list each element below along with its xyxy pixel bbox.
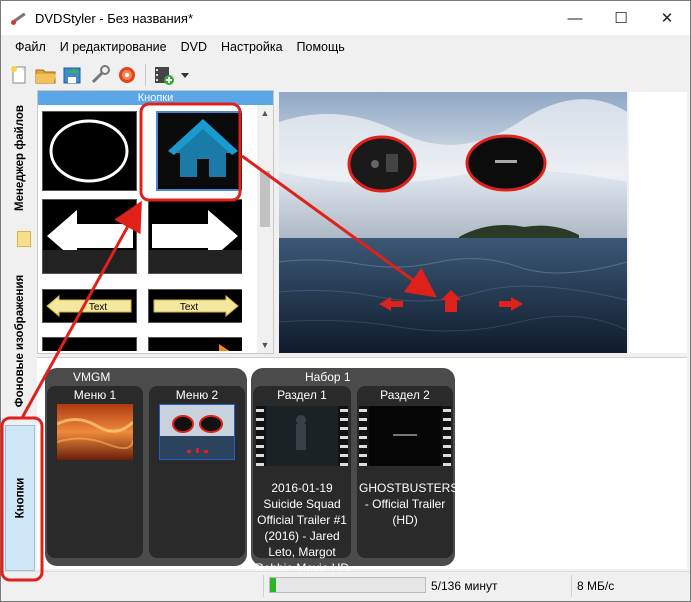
titleset-1-label: Набор 1 <box>305 370 351 384</box>
status-divider <box>263 575 264 597</box>
menu-edit[interactable]: И редактирование <box>53 40 174 54</box>
chapter-1-item[interactable]: Раздел 1 2016-01-19 Suicide Squad Offici… <box>253 386 351 575</box>
menu-1-thumbnail <box>57 404 133 460</box>
maximize-button[interactable]: ☐ <box>598 1 644 35</box>
dvdstyler-window: DVDStyler - Без названия* — ☐ ✕ Файл И р… <box>0 0 691 602</box>
button-thumb-partial[interactable] <box>42 337 137 351</box>
toolbar-separator <box>145 64 146 86</box>
menu-1-item[interactable]: Меню 1 <box>47 386 143 558</box>
disc-usage-progress-fill <box>270 578 277 592</box>
left-arrow-button-thumb[interactable] <box>42 199 137 274</box>
preview-sea-background <box>279 92 627 353</box>
chapter-1-film-thumbnail <box>256 406 348 466</box>
tab-file-manager[interactable]: Менеджер файлов <box>5 93 35 223</box>
buttons-panel-scrollbar[interactable]: ▲ ▼ <box>257 105 273 353</box>
menu-bar: Файл И редактирование DVD Настройка Помо… <box>1 37 352 57</box>
new-project-icon[interactable] <box>7 63 31 87</box>
disc-usage-progress <box>269 577 426 593</box>
menu-1-label: Меню 1 <box>73 388 117 402</box>
scrollbar-thumb[interactable] <box>260 171 270 227</box>
close-button[interactable]: ✕ <box>644 1 690 35</box>
status-bar: 5/136 минут 8 МБ/с <box>1 571 690 601</box>
dropdown-arrow-icon[interactable] <box>179 63 191 87</box>
chapter-2-description: GHOSTBUSTERS - Official Trailer (HD) <box>359 481 459 527</box>
window-title: DVDStyler - Без названия* <box>35 10 194 26</box>
text-arrow-button-right[interactable]: Text <box>148 289 242 323</box>
tab-file-manager-label: Менеджер файлов <box>14 104 27 212</box>
buttons-panel: Кнопки Text Text ▲ ▼ <box>37 90 274 354</box>
dvdstyler-app-icon <box>11 10 27 26</box>
status-minutes: 5/136 минут <box>431 579 498 593</box>
buttons-panel-header: Кнопки <box>38 91 273 105</box>
button-thumb-partial[interactable] <box>148 337 242 351</box>
vmgm-label: VMGM <box>73 370 111 384</box>
home-icon <box>168 119 238 177</box>
status-bitrate: 8 МБ/с <box>577 579 615 593</box>
open-folder-icon[interactable] <box>34 63 58 87</box>
menu-2-label: Меню 2 <box>175 388 219 402</box>
preview-side-area <box>629 92 687 353</box>
text-arrow-button-left[interactable]: Text <box>42 289 137 323</box>
chapter-1-description: 2016-01-19 Suicide Squad Official Traile… <box>255 481 350 575</box>
chapter-2-item[interactable]: Раздел 2 GHOSTBUSTERS - Official Trailer… <box>357 386 459 558</box>
tab-backgrounds-label: Фоновые изображения <box>14 274 26 408</box>
scroll-up-icon[interactable]: ▲ <box>257 105 273 121</box>
status-divider <box>571 575 572 597</box>
chapter-1-label: Раздел 1 <box>277 388 327 402</box>
tab-buttons[interactable]: Кнопки <box>5 425 35 571</box>
tab-buttons-label: Кнопки <box>14 477 27 519</box>
toolbar <box>7 61 191 89</box>
home-button-thumb[interactable] <box>156 111 242 191</box>
text-button-label: Text <box>180 302 199 313</box>
scroll-down-icon[interactable]: ▼ <box>257 337 273 353</box>
menu-preview-canvas[interactable] <box>279 92 627 353</box>
text-button-label: Text <box>89 302 108 313</box>
titleset-manager: VMGM Меню 1 Меню 2 Набор 1 Раздел 1 2016… <box>37 357 687 575</box>
right-arrow-button-thumb[interactable] <box>148 199 242 274</box>
burn-disc-icon[interactable] <box>115 63 139 87</box>
menu-file[interactable]: Файл <box>8 40 53 54</box>
settings-wrench-icon[interactable] <box>88 63 112 87</box>
menu-help[interactable]: Помощь <box>290 40 352 54</box>
side-tab-strip: Менеджер файлов Фоновые изображения Кноп… <box>5 93 35 571</box>
buttons-grid: Text Text <box>42 111 242 351</box>
tab-backgrounds[interactable]: Фоновые изображения <box>5 261 35 421</box>
menu-2-thumbnail <box>159 404 235 460</box>
chapter-2-film-thumbnail <box>359 406 451 466</box>
minimize-button[interactable]: — <box>552 1 598 35</box>
menu-dvd[interactable]: DVD <box>174 40 214 54</box>
menu-settings[interactable]: Настройка <box>214 40 290 54</box>
oval-button-thumb[interactable] <box>42 111 137 191</box>
note-icon <box>17 231 31 247</box>
window-controls: — ☐ ✕ <box>552 1 690 35</box>
menu-2-item[interactable]: Меню 2 <box>149 386 245 558</box>
add-video-icon[interactable] <box>152 63 176 87</box>
chapter-2-label: Раздел 2 <box>380 388 430 402</box>
title-bar: DVDStyler - Без названия* — ☐ ✕ <box>1 1 690 35</box>
save-icon[interactable] <box>61 63 85 87</box>
